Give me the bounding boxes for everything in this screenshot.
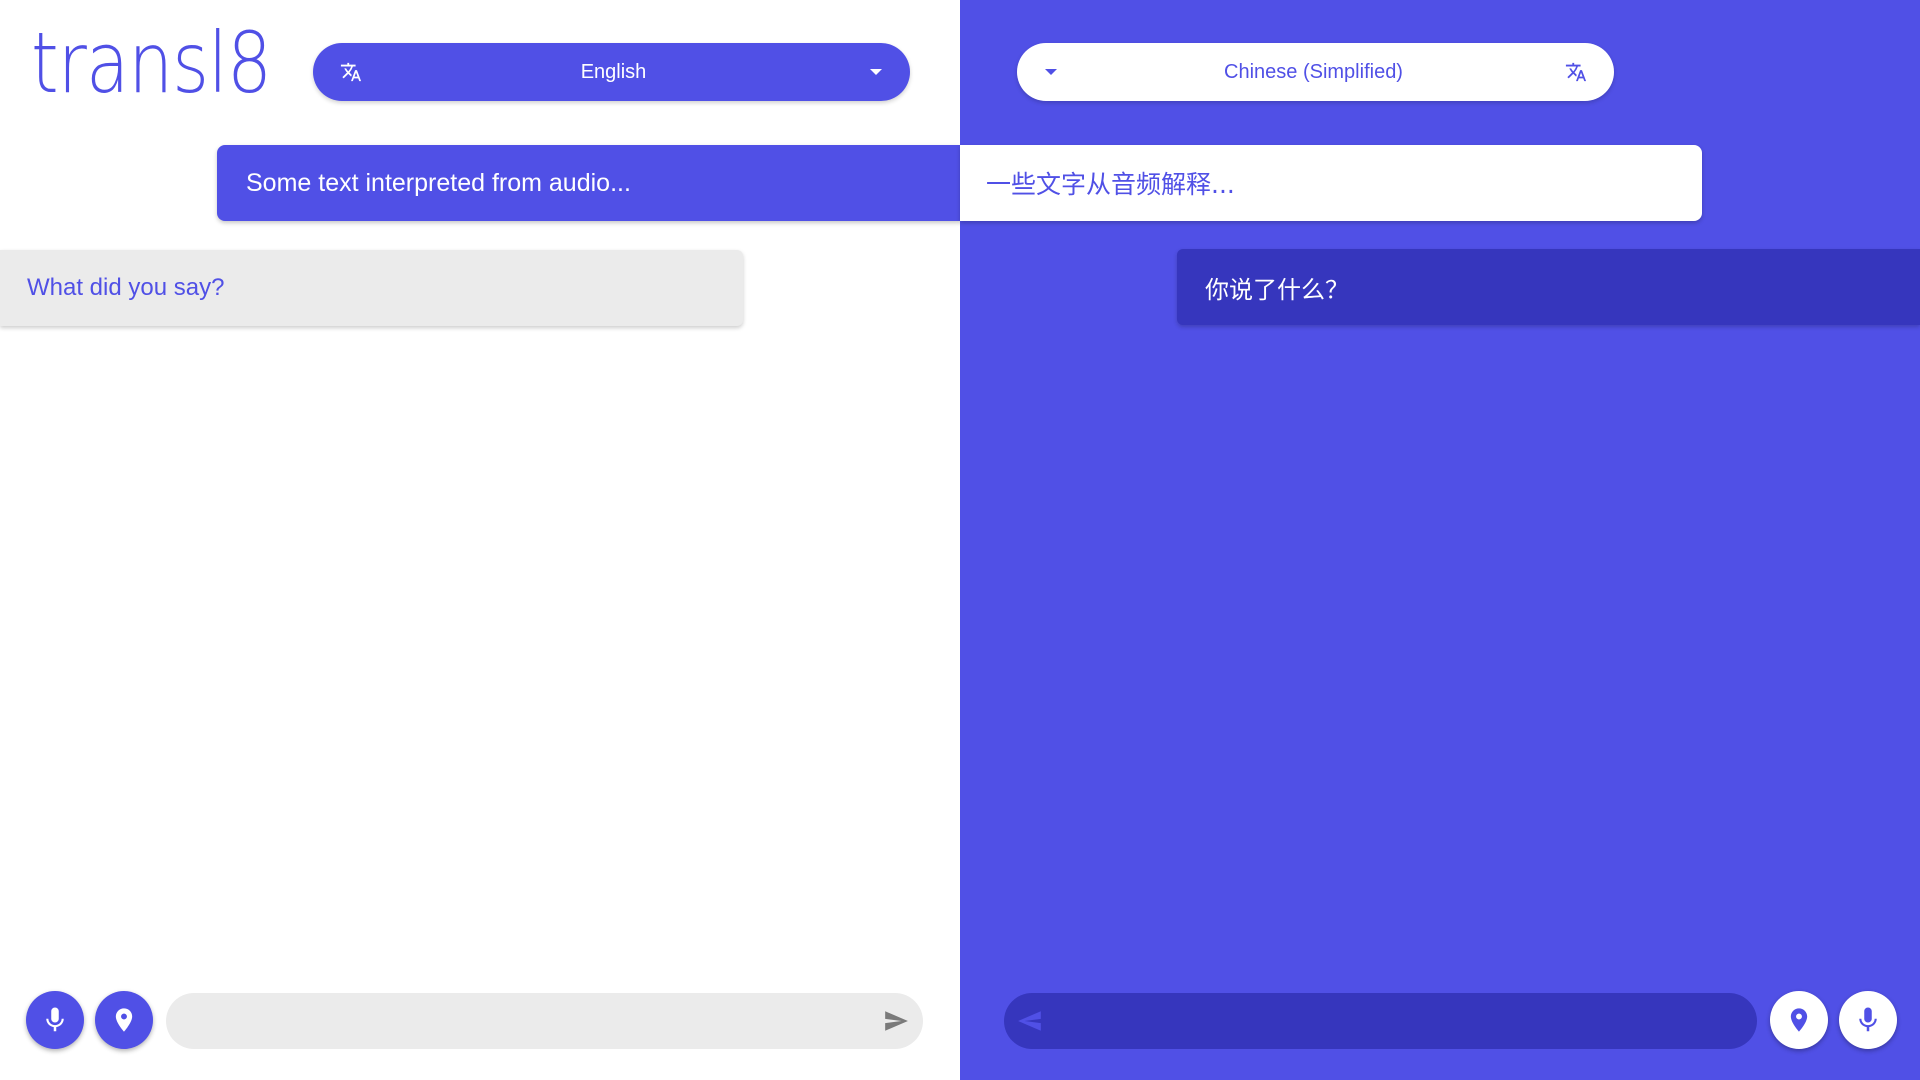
source-send-button[interactable] — [880, 1006, 912, 1036]
location-pin-icon — [115, 1008, 133, 1032]
logo-wordmark: transl8 — [31, 26, 272, 106]
target-message-bubble: 你说了什么？ — [1177, 249, 1920, 325]
source-location-button[interactable] — [95, 991, 153, 1049]
app-logo: transl8 — [31, 16, 281, 116]
target-interpreted-text: 一些文字从音频解释... — [960, 145, 1702, 221]
target-message-input[interactable] — [1004, 993, 1757, 1049]
target-language-label: Chinese (Simplified) — [1224, 60, 1403, 83]
location-pin-icon — [1790, 1008, 1808, 1032]
translate-icon — [1564, 60, 1588, 84]
microphone-icon — [1859, 1007, 1877, 1032]
target-mic-button[interactable] — [1839, 991, 1897, 1049]
caret-down-icon — [1039, 60, 1063, 84]
target-language-select[interactable]: Chinese (Simplified) — [1017, 43, 1614, 101]
send-icon — [885, 1011, 908, 1031]
source-message-bubble: What did you say? — [0, 250, 743, 326]
source-language-select[interactable]: English — [313, 43, 910, 101]
send-icon — [1018, 1011, 1041, 1031]
source-language-label: English — [580, 60, 647, 83]
source-message-input[interactable] — [166, 993, 923, 1049]
microphone-icon — [46, 1007, 64, 1032]
source-interpreted-text: Some text interpreted from audio... — [217, 145, 960, 221]
target-send-button[interactable] — [1014, 1006, 1046, 1036]
target-location-button[interactable] — [1770, 991, 1828, 1049]
caret-down-icon — [864, 60, 888, 84]
translate-icon — [339, 60, 363, 84]
logo-text: transl8 — [31, 26, 271, 106]
left-pane: transl8 English Some text interpreted fr… — [0, 0, 960, 1080]
source-mic-button[interactable] — [26, 991, 84, 1049]
app-root: transl8 English Some text interpreted fr… — [0, 0, 1920, 1080]
